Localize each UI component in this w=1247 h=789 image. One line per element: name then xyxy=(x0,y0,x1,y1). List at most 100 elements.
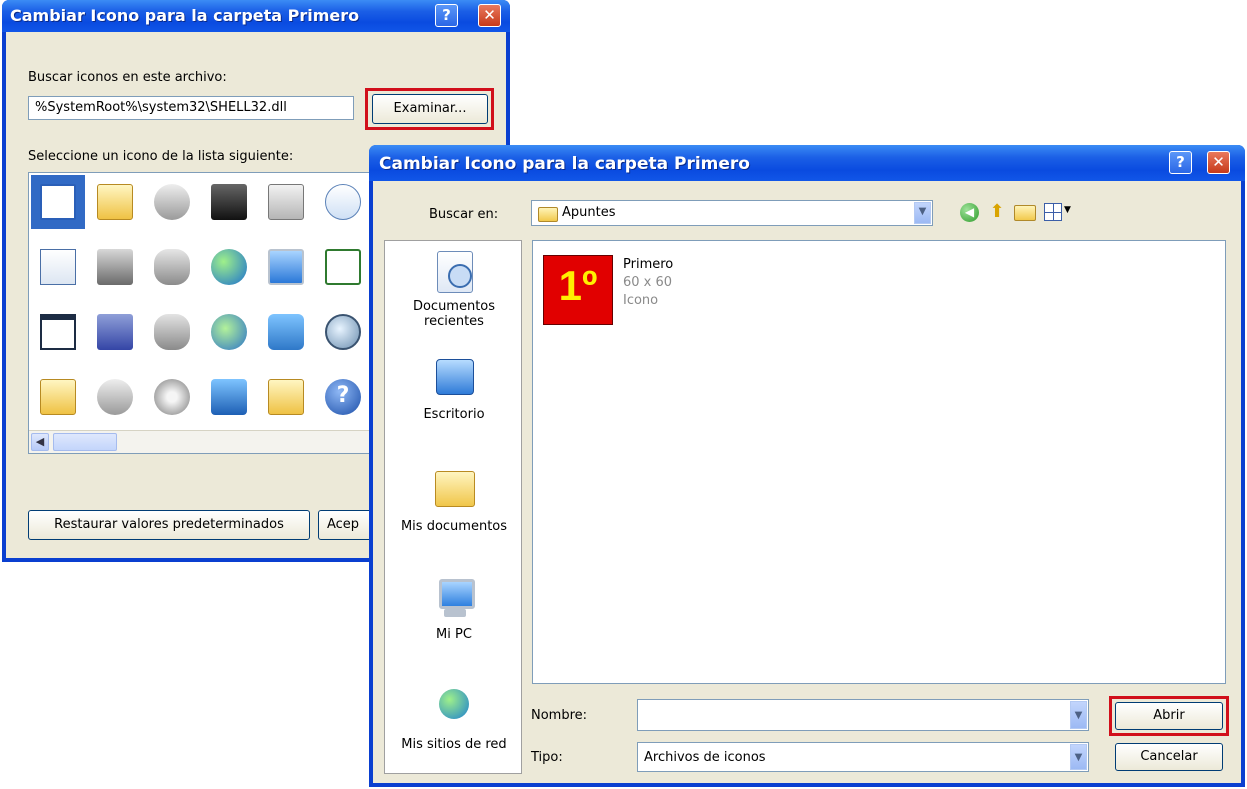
icon-option[interactable] xyxy=(88,370,142,424)
checklist-icon xyxy=(325,249,361,285)
select-icon-label: Seleccione un icono de la lista siguient… xyxy=(28,149,294,164)
file-name: Primero xyxy=(623,257,674,272)
place-label: Mis sitios de red xyxy=(401,737,507,752)
folder-open-icon xyxy=(97,184,133,220)
icon-option[interactable] xyxy=(259,175,313,229)
chip-icon xyxy=(211,184,247,220)
recent-documents-icon xyxy=(432,251,476,295)
back-nav-icon[interactable]: ◀ xyxy=(960,203,979,222)
cancel-button[interactable]: Cancelar xyxy=(1115,743,1223,771)
network-computers-icon xyxy=(268,314,304,350)
folder-icon xyxy=(40,379,76,415)
browse-button[interactable]: Examinar... xyxy=(372,94,488,124)
file-type: Icono xyxy=(623,293,659,308)
text-document-icon xyxy=(40,249,76,285)
open-button[interactable]: Abrir xyxy=(1115,702,1223,730)
icon-option[interactable] xyxy=(145,240,199,294)
desktop-icon xyxy=(432,359,476,403)
icon-option[interactable] xyxy=(88,305,142,359)
icon-file-path-field[interactable]: %SystemRoot%\system32\SHELL32.dll xyxy=(28,96,354,120)
search-icons-label: Buscar iconos en este archivo: xyxy=(28,70,227,85)
icon-option[interactable] xyxy=(259,370,313,424)
place-label: Mi PC xyxy=(436,627,472,642)
place-network[interactable]: Mis sitios de red xyxy=(388,689,520,752)
magnifier-icon xyxy=(325,314,361,350)
front-dialog-body: Buscar en: Apuntes ▼ ◀ ⬆ ▼ Documentos re… xyxy=(373,181,1241,783)
lookin-dropdown-arrow[interactable]: ▼ xyxy=(914,202,931,224)
front-dialog-titlebar[interactable]: Cambiar Icono para la carpeta Primero ? … xyxy=(369,145,1245,181)
globe-mouse-icon xyxy=(211,314,247,350)
place-my-computer[interactable]: Mi PC xyxy=(388,579,520,642)
network-monitor-icon xyxy=(268,249,304,285)
views-menu-icon[interactable]: ▼ xyxy=(1044,203,1072,221)
icon-option[interactable] xyxy=(316,175,370,229)
icon-option[interactable] xyxy=(202,370,256,424)
file-list[interactable]: 1º Primero 60 x 60 Icono xyxy=(532,240,1226,684)
blank-window-icon xyxy=(40,314,76,350)
icon-option[interactable] xyxy=(88,240,142,294)
file-name-dropdown-arrow[interactable]: ▼ xyxy=(1070,701,1087,729)
icon-option[interactable] xyxy=(316,305,370,359)
up-folder-icon[interactable]: ⬆ xyxy=(987,202,1007,222)
icon-option[interactable] xyxy=(202,240,256,294)
drive-network-icon xyxy=(154,249,190,285)
front-dialog-title: Cambiar Icono para la carpeta Primero xyxy=(379,154,750,174)
my-computer-icon xyxy=(432,579,476,623)
file-name-combo[interactable]: ▼ xyxy=(637,699,1089,731)
icon-option[interactable] xyxy=(202,175,256,229)
icon-option[interactable] xyxy=(259,305,313,359)
place-my-documents[interactable]: Mis documentos xyxy=(388,465,520,534)
file-type-combo[interactable]: Archivos de iconos ▼ xyxy=(637,742,1089,772)
place-desktop[interactable]: Escritorio xyxy=(388,359,520,422)
front-close-button[interactable]: ✕ xyxy=(1207,151,1230,174)
icon-option[interactable] xyxy=(316,240,370,294)
icon-option[interactable] xyxy=(259,240,313,294)
file-type-value: Archivos de iconos xyxy=(644,750,766,765)
new-folder-icon[interactable] xyxy=(1014,205,1036,221)
front-help-button[interactable]: ? xyxy=(1169,151,1192,174)
place-label: Escritorio xyxy=(423,407,485,422)
monitors-icon xyxy=(211,379,247,415)
icon-list-scrollbar[interactable]: ◀ xyxy=(29,430,373,453)
drive-icon xyxy=(154,184,190,220)
back-dialog-title: Cambiar Icono para la carpeta Primero xyxy=(10,6,360,25)
icon-option[interactable] xyxy=(202,305,256,359)
icon-option[interactable] xyxy=(31,370,85,424)
icon-option[interactable] xyxy=(31,305,85,359)
printer-icon xyxy=(268,184,304,220)
floppy-drive-icon xyxy=(97,314,133,350)
internet-globe-icon xyxy=(211,249,247,285)
scroll-thumb[interactable] xyxy=(53,433,117,451)
file-item-primero[interactable]: 1º Primero 60 x 60 Icono xyxy=(543,255,743,325)
restore-defaults-button[interactable]: Restaurar valores predeterminados xyxy=(28,510,310,540)
icon-option[interactable] xyxy=(145,370,199,424)
clock-document-icon xyxy=(325,184,361,220)
icon-list[interactable]: ? ◀ xyxy=(28,172,374,454)
network-drive-icon xyxy=(97,249,133,285)
name-label: Nombre: xyxy=(531,708,588,723)
lookin-combo[interactable]: Apuntes ▼ xyxy=(531,200,933,226)
help-icon: ? xyxy=(325,379,361,415)
folder-icon xyxy=(538,207,558,222)
icon-option[interactable] xyxy=(31,175,85,229)
icon-option[interactable]: ? xyxy=(316,370,370,424)
file-thumbnail: 1º xyxy=(543,255,613,325)
network-places-icon xyxy=(432,689,476,733)
file-dimensions: 60 x 60 xyxy=(623,275,673,290)
icon-option[interactable] xyxy=(31,240,85,294)
scroll-left-button[interactable]: ◀ xyxy=(31,433,49,451)
disconnected-drive-icon xyxy=(154,314,190,350)
icon-option[interactable] xyxy=(145,175,199,229)
type-label: Tipo: xyxy=(531,750,563,765)
places-bar: Documentos recientes Escritorio Mis docu… xyxy=(384,240,522,774)
icon-option[interactable] xyxy=(145,305,199,359)
back-dialog-titlebar[interactable]: Cambiar Icono para la carpeta Primero ? … xyxy=(2,0,510,32)
place-label: Documentos recientes xyxy=(412,299,496,329)
place-label: Mis documentos xyxy=(400,519,508,534)
icon-option[interactable] xyxy=(88,175,142,229)
file-type-dropdown-arrow[interactable]: ▼ xyxy=(1070,744,1087,770)
back-close-button[interactable]: ✕ xyxy=(478,4,501,27)
lookin-value: Apuntes xyxy=(562,205,616,220)
place-recent-documents[interactable]: Documentos recientes xyxy=(388,251,520,329)
back-help-button[interactable]: ? xyxy=(435,4,458,27)
